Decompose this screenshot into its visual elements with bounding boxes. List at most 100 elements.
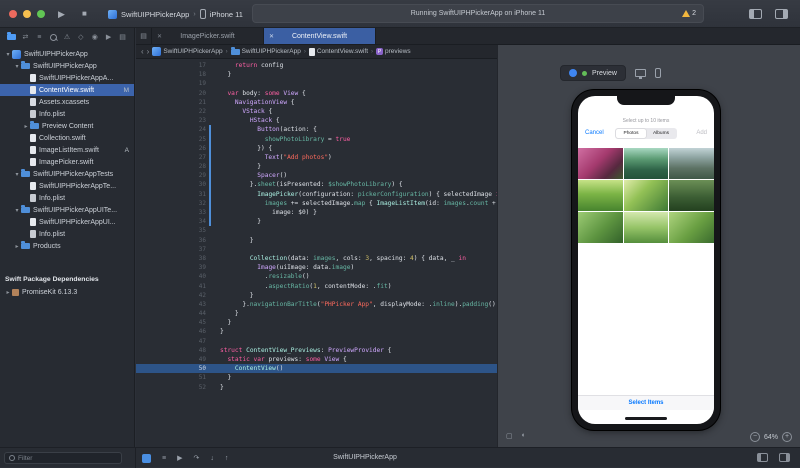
show-left-panel-icon[interactable] — [757, 453, 768, 462]
code-line[interactable]: 52} — [136, 383, 497, 392]
related-items-icon[interactable]: ▤ — [136, 28, 152, 44]
close-tab-icon[interactable]: ✕ — [157, 33, 162, 40]
select-items-bar[interactable]: Select Items — [578, 395, 714, 410]
symbol-navigator-icon[interactable]: ≡ — [35, 34, 44, 41]
tree-row[interactable]: ▸ Products — [0, 240, 134, 252]
segment-albums[interactable]: Albums — [646, 129, 676, 138]
editor-tab[interactable]: ✕ ImagePicker.swift — [152, 28, 264, 44]
code-line[interactable]: 48 struct ContentView_Previews: PreviewPr… — [136, 346, 497, 355]
preview-on-device-icon[interactable] — [634, 69, 646, 79]
code-line[interactable]: 33 image: $0) } — [136, 208, 497, 218]
code-line[interactable]: 43 }.navigationBarTitle("PHPicker App", … — [136, 300, 497, 309]
zoom-level[interactable]: 64% — [764, 434, 778, 441]
tree-row[interactable]: ▾ SwiftUIPHPickerAppTests — [0, 168, 134, 180]
breadcrumb-item[interactable]: SwiftUIPHPickerApp — [230, 46, 301, 55]
photo-thumbnail[interactable] — [578, 180, 623, 211]
breadcrumb-item[interactable]: SwiftUIPHPickerApp — [152, 47, 223, 56]
close-window-button[interactable] — [9, 10, 17, 18]
zoom-in-icon[interactable]: + — [782, 432, 792, 442]
photo-thumbnail[interactable] — [623, 148, 669, 179]
code-line[interactable]: 40 .resizable() — [136, 272, 497, 281]
code-line[interactable]: 51 } — [136, 373, 497, 382]
code-line[interactable]: 39 Image(uiImage: data.image) — [136, 263, 497, 272]
code-line[interactable]: 45 } — [136, 318, 497, 327]
debug-navigator-icon[interactable]: ◉ — [90, 33, 99, 41]
photo-thumbnail[interactable] — [578, 148, 623, 179]
code-line[interactable]: 42 } — [136, 291, 497, 300]
code-line[interactable]: 22 VStack { — [136, 107, 497, 116]
back-icon[interactable]: ‹ — [141, 47, 144, 56]
tree-row[interactable]: ImagePicker.swift — [0, 156, 134, 168]
color-scheme-icon[interactable]: ◐ — [522, 432, 526, 440]
tree-row[interactable]: ▾ SwiftUIPHPickerAppUITe... — [0, 204, 134, 216]
code-line[interactable]: 27 Text("Add photos") — [136, 152, 497, 163]
zoom-out-icon[interactable]: − — [749, 432, 760, 442]
code-line[interactable]: 49 static var previews: some View { — [136, 355, 497, 364]
debug-list-icon[interactable]: ≡ — [162, 455, 166, 462]
code-line[interactable]: 17 return config — [136, 61, 497, 70]
photo-thumbnail[interactable] — [623, 212, 669, 243]
tree-row[interactable]: Info.plist — [0, 228, 134, 240]
code-line[interactable]: 19 — [136, 79, 497, 88]
step-out-icon[interactable]: ↑ — [225, 455, 229, 462]
tree-row[interactable]: ▾ SwiftUIPHPickerApp — [0, 60, 134, 72]
tree-row[interactable]: Collection.swift — [0, 132, 134, 144]
tree-row[interactable]: ContentView.swift M — [0, 84, 134, 96]
run-button[interactable]: ▶ — [58, 0, 65, 28]
scheme-selector[interactable]: SwiftUIPHPickerApp › iPhone 11 — [108, 0, 243, 28]
tree-row[interactable]: Info.plist — [0, 108, 134, 120]
code-line[interactable]: 32 images += selectedImage.map { ImageLi… — [136, 198, 497, 209]
tree-row[interactable]: Info.plist — [0, 192, 134, 204]
breakpoint-navigator-icon[interactable]: ▶ — [104, 33, 113, 41]
add-button[interactable]: Add — [696, 130, 707, 136]
photos-albums-segmented-control[interactable]: Photos Albums — [615, 128, 677, 139]
code-line[interactable]: 29 Spacer() — [136, 171, 497, 181]
code-line[interactable]: 20 var body: some View { — [136, 89, 497, 98]
segment-photos[interactable]: Photos — [616, 129, 646, 138]
breakpoints-toggle-icon[interactable] — [142, 453, 151, 463]
preview-mode-pill[interactable]: Preview — [560, 65, 626, 81]
code-line[interactable]: 30 }.sheet(isPresented: $showPhotoLibrar… — [136, 180, 497, 190]
continue-icon[interactable]: ▶ — [177, 454, 182, 462]
breadcrumb-item[interactable]: Ppreviews — [376, 48, 411, 55]
tree-row[interactable]: ▸ Preview Content — [0, 120, 134, 132]
live-preview-icon[interactable] — [569, 69, 577, 77]
tree-row[interactable]: SwiftUIPHPickerAppTe... — [0, 180, 134, 192]
code-line[interactable]: 37 — [136, 245, 497, 254]
code-line[interactable]: 41 .aspectRatio(1, contentMode: .fit) — [136, 282, 497, 291]
warning-badge[interactable]: 2 — [682, 5, 696, 22]
code-line[interactable]: 21 NavigationView { — [136, 98, 497, 107]
code-line[interactable]: 47 — [136, 337, 497, 346]
forward-icon[interactable]: › — [147, 47, 150, 56]
tree-row[interactable]: ImageListItem.swift A — [0, 144, 134, 156]
code-line[interactable]: 31 ImagePicker(configuration: pickerConf… — [136, 189, 497, 200]
toggle-navigator-icon[interactable] — [749, 9, 762, 19]
photo-thumbnail[interactable] — [669, 212, 714, 243]
minimize-window-button[interactable] — [23, 10, 31, 18]
disclosure-icon[interactable]: ▸ — [22, 123, 30, 130]
disclosure-icon[interactable]: ▾ — [4, 51, 12, 58]
code-line[interactable]: 28 } — [136, 162, 497, 172]
code-line[interactable]: 44 } — [136, 309, 497, 318]
photo-thumbnail[interactable] — [669, 148, 714, 179]
tree-row[interactable]: ▾ SwiftUIPHPickerApp — [0, 48, 134, 60]
tree-row[interactable]: Assets.xcassets — [0, 96, 134, 108]
photo-thumbnail[interactable] — [578, 212, 623, 243]
zoom-window-button[interactable] — [37, 10, 45, 18]
code-line[interactable]: 50 ContentView() — [136, 364, 497, 374]
disclosure-icon[interactable]: ▾ — [13, 63, 21, 70]
code-line[interactable]: 25 showPhotoLibrary = true — [136, 134, 497, 144]
code-line[interactable]: 35 — [136, 226, 497, 235]
code-line[interactable]: 38 Collection(data: images, cols: 3, spa… — [136, 254, 497, 263]
editor-tab[interactable]: ✕ ContentView.swift — [264, 28, 376, 44]
cancel-button[interactable]: Cancel — [585, 130, 604, 136]
breadcrumb-item[interactable]: ContentView.swift — [308, 47, 368, 56]
device-settings-icon[interactable] — [654, 68, 661, 78]
code-line[interactable]: 36 } — [136, 236, 497, 245]
show-right-panel-icon[interactable] — [779, 453, 790, 462]
toggle-inspector-icon[interactable] — [775, 9, 788, 19]
tree-row[interactable]: ▸ PromiseKit 6.13.3 — [0, 286, 134, 298]
tree-row[interactable]: SwiftUIPHPickerAppUI... — [0, 216, 134, 228]
photo-thumbnail[interactable] — [623, 180, 669, 211]
issue-navigator-icon[interactable]: ⚠ — [63, 33, 72, 41]
